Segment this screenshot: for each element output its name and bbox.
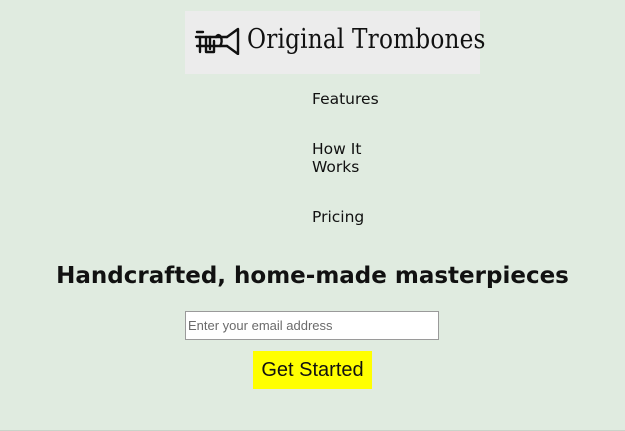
email-input[interactable] xyxy=(185,311,439,340)
nav-item-how-it-works[interactable]: How It Works xyxy=(312,140,372,176)
trombone-icon xyxy=(194,27,240,55)
hero-headline: Handcrafted, home-made masterpieces xyxy=(56,263,569,289)
nav-item-pricing[interactable]: Pricing xyxy=(312,208,364,226)
brand-name: Original Trombones xyxy=(247,24,486,55)
nav-item-features[interactable]: Features xyxy=(312,90,379,108)
brand-logo: Original Trombones xyxy=(185,11,485,74)
get-started-button[interactable]: Get Started xyxy=(253,351,372,389)
